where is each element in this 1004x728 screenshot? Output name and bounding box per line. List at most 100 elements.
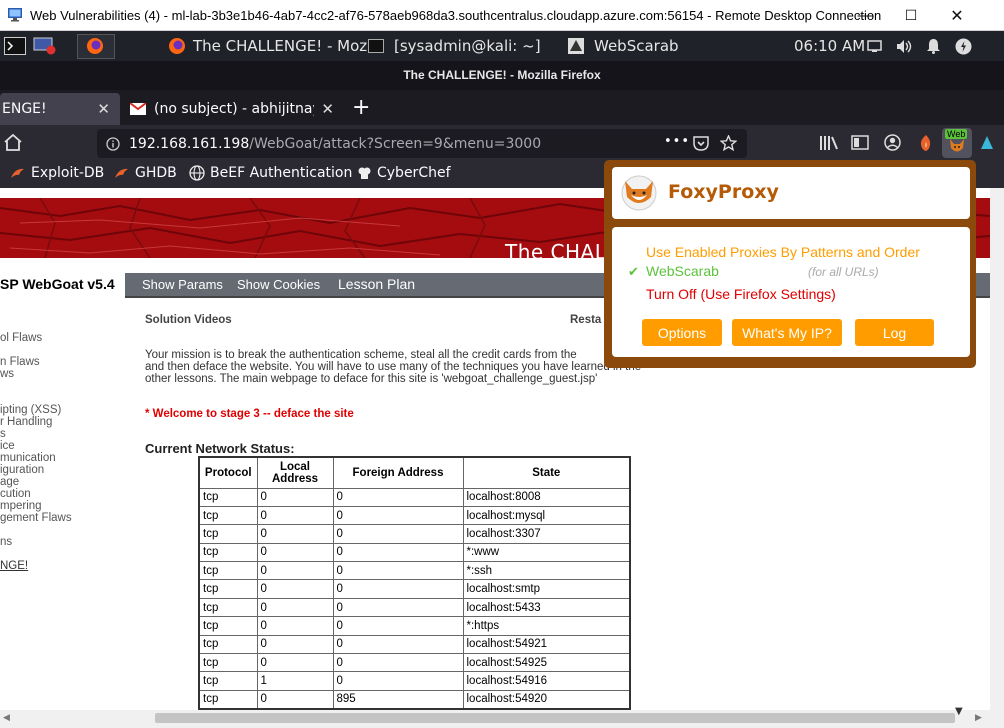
nav-item[interactable]: ws [0, 368, 14, 380]
foxyproxy-options: Use Enabled Proxies By Patterns and Orde… [612, 227, 970, 357]
nav-item[interactable]: munication [0, 452, 56, 464]
nav-item[interactable]: s [0, 428, 6, 440]
nav-item[interactable]: age [0, 476, 19, 488]
proxy-badge: Web [945, 129, 968, 139]
table-cell: localhost:54916 [462, 671, 631, 691]
scroll-right-arrow-icon[interactable]: ▶ [975, 713, 982, 723]
extension-icon[interactable] [980, 135, 994, 151]
solution-videos-link[interactable]: Solution Videos [145, 314, 232, 326]
tab-close-icon[interactable]: ✕ [97, 100, 110, 118]
sidebar-icon[interactable] [851, 135, 869, 150]
terminal-launcher-icon[interactable] [4, 31, 26, 61]
table-cell: 0 [256, 561, 334, 581]
tab-label: (no subject) - abhijitnayak [154, 101, 314, 117]
lesson-plan-link[interactable]: Lesson Plan [338, 276, 415, 292]
notifications-bell-icon[interactable] [926, 31, 941, 61]
account-icon[interactable] [884, 134, 901, 151]
table-cell: tcp [198, 653, 258, 673]
close-window-button[interactable]: ✕ [934, 0, 980, 31]
terminal-icon [368, 39, 384, 53]
log-button[interactable]: Log [855, 319, 934, 346]
nav-item[interactable]: r Handling [0, 416, 52, 428]
stage-message: * Welcome to stage 3 -- deface the site [145, 408, 354, 420]
table-cell: 0 [332, 579, 464, 599]
nav-item[interactable]: ol Flaws [0, 332, 42, 344]
whats-my-ip-button[interactable]: What's My IP? [732, 319, 842, 346]
nav-item[interactable]: iguration [0, 464, 44, 476]
table-cell: localhost:3307 [462, 524, 631, 544]
scroll-down-arrow-icon[interactable]: ▼ [955, 706, 963, 717]
table-cell: 0 [256, 542, 334, 563]
option-webscarab[interactable]: WebScarab [646, 263, 719, 279]
nav-item[interactable]: gement Flaws [0, 512, 72, 524]
vertical-scrollbar[interactable] [990, 188, 1004, 710]
display-icon[interactable] [867, 31, 882, 61]
nav-item[interactable]: ns [0, 536, 12, 548]
bookmark-ghdb[interactable]: GHDB [114, 165, 177, 181]
options-button[interactable]: Options [642, 319, 722, 346]
home-icon[interactable] [4, 134, 22, 151]
bookmark-cyberchef[interactable]: CyberChef [357, 165, 451, 181]
table-cell: 0 [256, 634, 334, 655]
webscarab-note: (for all URLs) [808, 265, 879, 279]
tab-close-icon[interactable]: ✕ [321, 100, 334, 118]
taskbar-item-webscarab[interactable]: WebScarab [567, 31, 679, 61]
nav-item[interactable]: n Flaws [0, 356, 40, 368]
nav-item[interactable]: mpering [0, 500, 42, 512]
horizontal-scroll-thumb[interactable] [155, 713, 955, 723]
firefox-icon [169, 38, 185, 54]
screen-recorder-icon[interactable] [33, 31, 57, 61]
table-cell: localhost:54925 [462, 653, 631, 673]
bookmark-exploit-db[interactable]: Exploit-DB [10, 165, 104, 181]
gmail-icon [130, 103, 146, 115]
maximize-button[interactable]: ☐ [888, 0, 934, 31]
option-turn-off[interactable]: Turn Off (Use Firefox Settings) [646, 286, 836, 302]
table-cell: 0 [332, 524, 464, 544]
fox-icon [950, 139, 964, 152]
table-cell: 0 [332, 616, 464, 636]
page-actions-menu-icon[interactable]: ••• [664, 134, 690, 149]
tab-strip: ENGE! ✕ (no subject) - abhijitnayak ✕ + [0, 90, 1004, 125]
taskbar-item-firefox[interactable]: The CHALLENGE! - Moz... [168, 31, 381, 61]
nav-item[interactable]: cution [0, 488, 31, 500]
horizontal-scrollbar[interactable]: ◀ ▼ ▶ [0, 706, 1004, 728]
library-icon[interactable] [819, 135, 839, 151]
volume-icon[interactable] [896, 31, 913, 61]
tab-challenge[interactable]: ENGE! ✕ [0, 93, 120, 125]
table-cell: tcp [198, 487, 258, 507]
challenge-link[interactable]: NGE! [0, 560, 28, 572]
firefox-launcher-icon[interactable] [86, 31, 104, 61]
scroll-left-arrow-icon[interactable]: ◀ [3, 713, 10, 723]
power-icon[interactable] [955, 31, 972, 61]
table-cell: localhost:54920 [462, 689, 631, 710]
show-cookies-link[interactable]: Show Cookies [237, 277, 320, 292]
taskbar-item-terminal[interactable]: [sysadmin@kali: ~] [368, 31, 541, 61]
table-cell: *:www [462, 542, 631, 563]
table-cell: 0 [332, 487, 464, 507]
nav-item[interactable]: ice [0, 440, 15, 452]
minimize-button[interactable]: — [842, 0, 888, 31]
bookmark-star-icon[interactable] [720, 135, 737, 151]
burpsuite-extension-icon[interactable] [917, 134, 935, 152]
mission-text-line: and then deface the website. You will ha… [145, 361, 642, 373]
table-cell: 0 [332, 671, 464, 691]
option-patterns-and-order[interactable]: Use Enabled Proxies By Patterns and Orde… [646, 244, 920, 260]
foxyproxy-header: FoxyProxy [612, 167, 970, 219]
restart-lesson-link[interactable]: Resta [570, 314, 601, 326]
table-cell: 0 [256, 524, 334, 544]
tab-gmail[interactable]: (no subject) - abhijitnayak ✕ [124, 93, 344, 125]
pocket-icon[interactable] [693, 136, 709, 151]
url-bar[interactable]: 192.168.161.198/WebGoat/attack?Screen=9&… [97, 129, 747, 158]
foxyproxy-toolbar-button[interactable]: Web [942, 128, 972, 158]
info-icon[interactable] [106, 136, 120, 151]
mission-text-line: Your mission is to break the authenticat… [145, 349, 577, 361]
nav-item[interactable]: ipting (XSS) [0, 404, 61, 416]
table-cell: tcp [198, 689, 258, 710]
bookmark-beef-authentication[interactable]: BeEF Authentication [189, 165, 352, 181]
new-tab-button[interactable]: + [352, 95, 370, 120]
table-cell: 0 [332, 597, 464, 618]
show-params-link[interactable]: Show Params [142, 277, 223, 292]
foxyproxy-logo-icon [621, 175, 657, 211]
clock[interactable]: 06:10 AM [794, 31, 865, 61]
table-cell: 0 [256, 689, 334, 710]
